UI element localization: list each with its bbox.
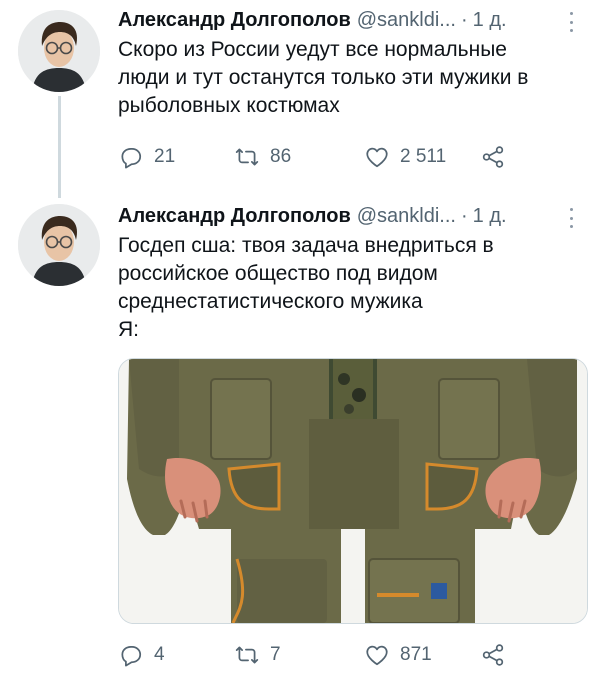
tweet-actions: 4 7 871 [118,642,538,670]
reply-count: 4 [154,644,165,665]
more-options-icon[interactable] [564,10,578,34]
reply-button[interactable]: 21 [118,144,175,170]
tweet-text-line: среднестатистического мужика [118,290,423,313]
tweet-text-line: Я: [118,318,139,341]
tweet-header: Александр Долгополов @sankldi... · 1 д. [118,202,588,230]
like-button[interactable]: 871 [364,642,432,668]
tweet-header: Александр Долгополов @sankldi... · 1 д. [118,6,588,34]
share-button[interactable] [480,144,516,170]
separator-dot: · [460,204,468,227]
more-options-icon[interactable] [564,206,578,230]
tweet-content: Александр Долгополов @sankldi... · 1 д. … [118,6,588,169]
share-button[interactable] [480,642,516,668]
reply-icon [121,646,142,667]
like-count: 2 511 [400,146,447,167]
author-name[interactable]: Александр Долгополов [118,9,351,32]
fishing-suit-photo [119,359,587,623]
retweet-button[interactable]: 7 [234,642,281,668]
tweet-text: Госдеп сша: твоя задача внедриться в рос… [118,232,588,344]
reply-count: 21 [154,146,176,167]
like-count: 871 [400,644,432,665]
retweet-icon [235,646,259,664]
tweet-1[interactable]: Александр Долгополов @sankldi... · 1 д. … [0,0,604,198]
timestamp[interactable]: 1 д. [473,9,507,32]
reply-button[interactable]: 4 [118,642,165,668]
timestamp[interactable]: 1 д. [473,205,507,228]
heart-icon [366,147,388,168]
author-name[interactable]: Александр Долгополов [118,205,351,228]
tweet-text-line: российское общество под видом [118,262,438,285]
reply-icon [121,148,142,169]
like-button[interactable]: 2 511 [364,144,446,170]
tweet-media-image[interactable] [118,358,588,624]
tweet-text-line: люди и тут останутся только эти мужики в [118,66,529,89]
share-icon [482,146,504,168]
tweet-text-line: Скоро из России уедут все нормальные [118,38,507,61]
tweet-2[interactable]: Александр Долгополов @sankldi... · 1 д. … [0,190,604,680]
avatar[interactable] [18,10,100,92]
tweet-text: Скоро из России уедут все нормальные люд… [118,36,588,120]
heart-icon [366,645,388,666]
tweet-actions: 21 86 2 511 [118,144,538,172]
retweet-icon [235,148,259,166]
avatar-photo [18,10,100,92]
avatar[interactable] [18,204,100,286]
tweet-content: Александр Долгополов @sankldi... · 1 д. … [118,202,588,667]
retweet-button[interactable]: 86 [234,144,291,170]
retweet-count: 86 [270,146,292,167]
retweet-count: 7 [270,644,281,665]
share-icon [482,644,504,666]
author-handle[interactable]: @sankldi... [357,9,456,32]
separator-dot: · [460,8,468,31]
thread-line [58,96,61,198]
author-handle[interactable]: @sankldi... [357,205,456,228]
avatar-photo [18,204,100,286]
tweet-text-line: Госдеп сша: твоя задача внедриться в [118,234,494,257]
tweet-text-line: рыболовных костюмах [118,94,340,117]
